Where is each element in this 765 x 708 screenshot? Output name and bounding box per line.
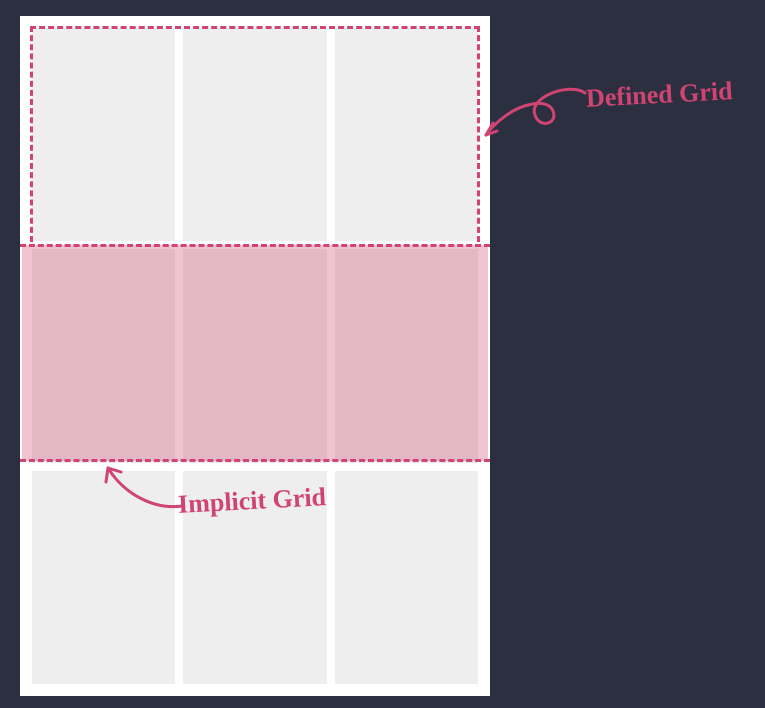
implicit-grid-overlay: [22, 245, 488, 461]
grid-container: [20, 16, 490, 696]
grid-cell: [335, 28, 478, 241]
grid-cell: [335, 471, 478, 684]
arrow-defined-icon: [480, 85, 600, 155]
grid-cell: [183, 28, 326, 241]
label-defined-grid: Defined Grid: [585, 76, 733, 114]
grid-cell: [32, 28, 175, 241]
